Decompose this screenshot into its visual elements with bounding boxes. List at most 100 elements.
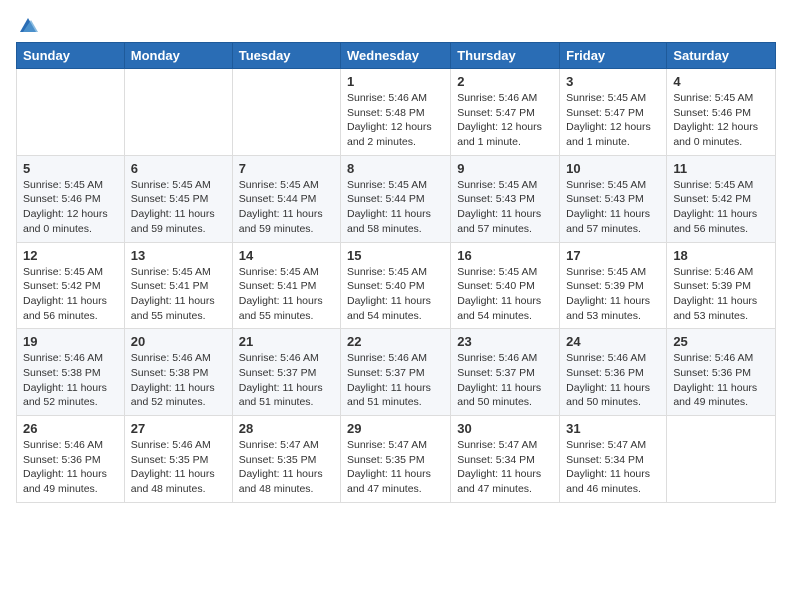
day-number: 2 bbox=[457, 74, 553, 89]
calendar-cell: 23 Sunrise: 5:46 AM Sunset: 5:37 PM Dayli… bbox=[451, 329, 560, 416]
page-header bbox=[16, 16, 776, 34]
calendar-cell: 14 Sunrise: 5:45 AM Sunset: 5:41 PM Dayli… bbox=[232, 242, 340, 329]
calendar-cell: 27 Sunrise: 5:46 AM Sunset: 5:35 PM Dayli… bbox=[124, 416, 232, 503]
calendar-week-row: 12 Sunrise: 5:45 AM Sunset: 5:42 PM Dayli… bbox=[17, 242, 776, 329]
day-number: 18 bbox=[673, 248, 769, 263]
day-info: Sunrise: 5:45 AM Sunset: 5:41 PM Dayligh… bbox=[239, 265, 334, 324]
calendar-cell: 28 Sunrise: 5:47 AM Sunset: 5:35 PM Dayli… bbox=[232, 416, 340, 503]
calendar-cell bbox=[124, 69, 232, 156]
calendar-cell: 13 Sunrise: 5:45 AM Sunset: 5:41 PM Dayli… bbox=[124, 242, 232, 329]
day-info: Sunrise: 5:45 AM Sunset: 5:43 PM Dayligh… bbox=[566, 178, 660, 237]
day-info: Sunrise: 5:47 AM Sunset: 5:34 PM Dayligh… bbox=[566, 438, 660, 497]
calendar-cell: 12 Sunrise: 5:45 AM Sunset: 5:42 PM Dayli… bbox=[17, 242, 125, 329]
day-info: Sunrise: 5:45 AM Sunset: 5:40 PM Dayligh… bbox=[457, 265, 553, 324]
calendar-header-monday: Monday bbox=[124, 43, 232, 69]
day-info: Sunrise: 5:46 AM Sunset: 5:35 PM Dayligh… bbox=[131, 438, 226, 497]
day-number: 9 bbox=[457, 161, 553, 176]
day-info: Sunrise: 5:46 AM Sunset: 5:38 PM Dayligh… bbox=[23, 351, 118, 410]
calendar-header-wednesday: Wednesday bbox=[341, 43, 451, 69]
day-info: Sunrise: 5:46 AM Sunset: 5:36 PM Dayligh… bbox=[566, 351, 660, 410]
calendar-header-tuesday: Tuesday bbox=[232, 43, 340, 69]
day-number: 10 bbox=[566, 161, 660, 176]
day-number: 1 bbox=[347, 74, 444, 89]
day-number: 29 bbox=[347, 421, 444, 436]
calendar-header-row: SundayMondayTuesdayWednesdayThursdayFrid… bbox=[17, 43, 776, 69]
calendar-week-row: 5Sunrise: 5:45 AM Sunset: 5:46 PM Daylig… bbox=[17, 155, 776, 242]
calendar-week-row: 1 Sunrise: 5:46 AM Sunset: 5:48 PM Daylig… bbox=[17, 69, 776, 156]
calendar-cell bbox=[232, 69, 340, 156]
calendar-cell: 29 Sunrise: 5:47 AM Sunset: 5:35 PM Dayli… bbox=[341, 416, 451, 503]
day-info: Sunrise: 5:45 AM Sunset: 5:43 PM Dayligh… bbox=[457, 178, 553, 237]
calendar-cell: 10 Sunrise: 5:45 AM Sunset: 5:43 PM Dayli… bbox=[560, 155, 667, 242]
calendar-header-friday: Friday bbox=[560, 43, 667, 69]
day-number: 23 bbox=[457, 334, 553, 349]
day-info: Sunrise: 5:46 AM Sunset: 5:37 PM Dayligh… bbox=[457, 351, 553, 410]
calendar-cell: 6Sunrise: 5:45 AM Sunset: 5:45 PM Daylig… bbox=[124, 155, 232, 242]
day-number: 8 bbox=[347, 161, 444, 176]
day-number: 16 bbox=[457, 248, 553, 263]
day-number: 15 bbox=[347, 248, 444, 263]
day-info: Sunrise: 5:45 AM Sunset: 5:47 PM Dayligh… bbox=[566, 91, 660, 150]
day-number: 12 bbox=[23, 248, 118, 263]
day-info: Sunrise: 5:47 AM Sunset: 5:35 PM Dayligh… bbox=[347, 438, 444, 497]
calendar-header-sunday: Sunday bbox=[17, 43, 125, 69]
day-number: 20 bbox=[131, 334, 226, 349]
calendar-cell: 25 Sunrise: 5:46 AM Sunset: 5:36 PM Dayli… bbox=[667, 329, 776, 416]
day-info: Sunrise: 5:46 AM Sunset: 5:38 PM Dayligh… bbox=[131, 351, 226, 410]
day-number: 26 bbox=[23, 421, 118, 436]
calendar-cell: 18 Sunrise: 5:46 AM Sunset: 5:39 PM Dayli… bbox=[667, 242, 776, 329]
day-info: Sunrise: 5:47 AM Sunset: 5:34 PM Dayligh… bbox=[457, 438, 553, 497]
logo bbox=[16, 16, 38, 34]
day-info: Sunrise: 5:45 AM Sunset: 5:42 PM Dayligh… bbox=[23, 265, 118, 324]
day-info: Sunrise: 5:46 AM Sunset: 5:39 PM Dayligh… bbox=[673, 265, 769, 324]
calendar-cell: 15Sunrise: 5:45 AM Sunset: 5:40 PM Dayli… bbox=[341, 242, 451, 329]
day-info: Sunrise: 5:45 AM Sunset: 5:39 PM Dayligh… bbox=[566, 265, 660, 324]
calendar-cell bbox=[17, 69, 125, 156]
day-info: Sunrise: 5:46 AM Sunset: 5:47 PM Dayligh… bbox=[457, 91, 553, 150]
calendar-cell: 3 Sunrise: 5:45 AM Sunset: 5:47 PM Daylig… bbox=[560, 69, 667, 156]
calendar-cell: 26 Sunrise: 5:46 AM Sunset: 5:36 PM Dayli… bbox=[17, 416, 125, 503]
day-number: 28 bbox=[239, 421, 334, 436]
day-info: Sunrise: 5:45 AM Sunset: 5:44 PM Dayligh… bbox=[239, 178, 334, 237]
calendar-cell: 7 Sunrise: 5:45 AM Sunset: 5:44 PM Daylig… bbox=[232, 155, 340, 242]
calendar-cell: 24 Sunrise: 5:46 AM Sunset: 5:36 PM Dayli… bbox=[560, 329, 667, 416]
day-number: 3 bbox=[566, 74, 660, 89]
day-number: 5 bbox=[23, 161, 118, 176]
day-info: Sunrise: 5:46 AM Sunset: 5:36 PM Dayligh… bbox=[23, 438, 118, 497]
calendar-cell: 9 Sunrise: 5:45 AM Sunset: 5:43 PM Daylig… bbox=[451, 155, 560, 242]
calendar-cell: 5Sunrise: 5:45 AM Sunset: 5:46 PM Daylig… bbox=[17, 155, 125, 242]
day-info: Sunrise: 5:46 AM Sunset: 5:36 PM Dayligh… bbox=[673, 351, 769, 410]
calendar-cell: 30 Sunrise: 5:47 AM Sunset: 5:34 PM Dayli… bbox=[451, 416, 560, 503]
day-info: Sunrise: 5:45 AM Sunset: 5:42 PM Dayligh… bbox=[673, 178, 769, 237]
day-number: 11 bbox=[673, 161, 769, 176]
day-info: Sunrise: 5:45 AM Sunset: 5:41 PM Dayligh… bbox=[131, 265, 226, 324]
day-number: 27 bbox=[131, 421, 226, 436]
day-number: 30 bbox=[457, 421, 553, 436]
day-number: 13 bbox=[131, 248, 226, 263]
calendar-header-saturday: Saturday bbox=[667, 43, 776, 69]
day-info: Sunrise: 5:45 AM Sunset: 5:46 PM Dayligh… bbox=[673, 91, 769, 150]
day-number: 19 bbox=[23, 334, 118, 349]
calendar-cell: 1 Sunrise: 5:46 AM Sunset: 5:48 PM Daylig… bbox=[341, 69, 451, 156]
day-number: 25 bbox=[673, 334, 769, 349]
calendar-cell: 2 Sunrise: 5:46 AM Sunset: 5:47 PM Daylig… bbox=[451, 69, 560, 156]
calendar-cell: 21 Sunrise: 5:46 AM Sunset: 5:37 PM Dayli… bbox=[232, 329, 340, 416]
day-info: Sunrise: 5:46 AM Sunset: 5:37 PM Dayligh… bbox=[239, 351, 334, 410]
calendar-cell: 4 Sunrise: 5:45 AM Sunset: 5:46 PM Daylig… bbox=[667, 69, 776, 156]
day-info: Sunrise: 5:46 AM Sunset: 5:48 PM Dayligh… bbox=[347, 91, 444, 150]
day-info: Sunrise: 5:47 AM Sunset: 5:35 PM Dayligh… bbox=[239, 438, 334, 497]
day-number: 22 bbox=[347, 334, 444, 349]
day-number: 14 bbox=[239, 248, 334, 263]
calendar-cell: 19 Sunrise: 5:46 AM Sunset: 5:38 PM Dayli… bbox=[17, 329, 125, 416]
calendar-cell bbox=[667, 416, 776, 503]
calendar-cell: 16 Sunrise: 5:45 AM Sunset: 5:40 PM Dayli… bbox=[451, 242, 560, 329]
day-info: Sunrise: 5:45 AM Sunset: 5:45 PM Dayligh… bbox=[131, 178, 226, 237]
day-number: 31 bbox=[566, 421, 660, 436]
calendar-week-row: 26 Sunrise: 5:46 AM Sunset: 5:36 PM Dayli… bbox=[17, 416, 776, 503]
day-number: 7 bbox=[239, 161, 334, 176]
calendar-week-row: 19 Sunrise: 5:46 AM Sunset: 5:38 PM Dayli… bbox=[17, 329, 776, 416]
day-number: 21 bbox=[239, 334, 334, 349]
calendar-cell: 20 Sunrise: 5:46 AM Sunset: 5:38 PM Dayli… bbox=[124, 329, 232, 416]
day-number: 24 bbox=[566, 334, 660, 349]
day-number: 4 bbox=[673, 74, 769, 89]
